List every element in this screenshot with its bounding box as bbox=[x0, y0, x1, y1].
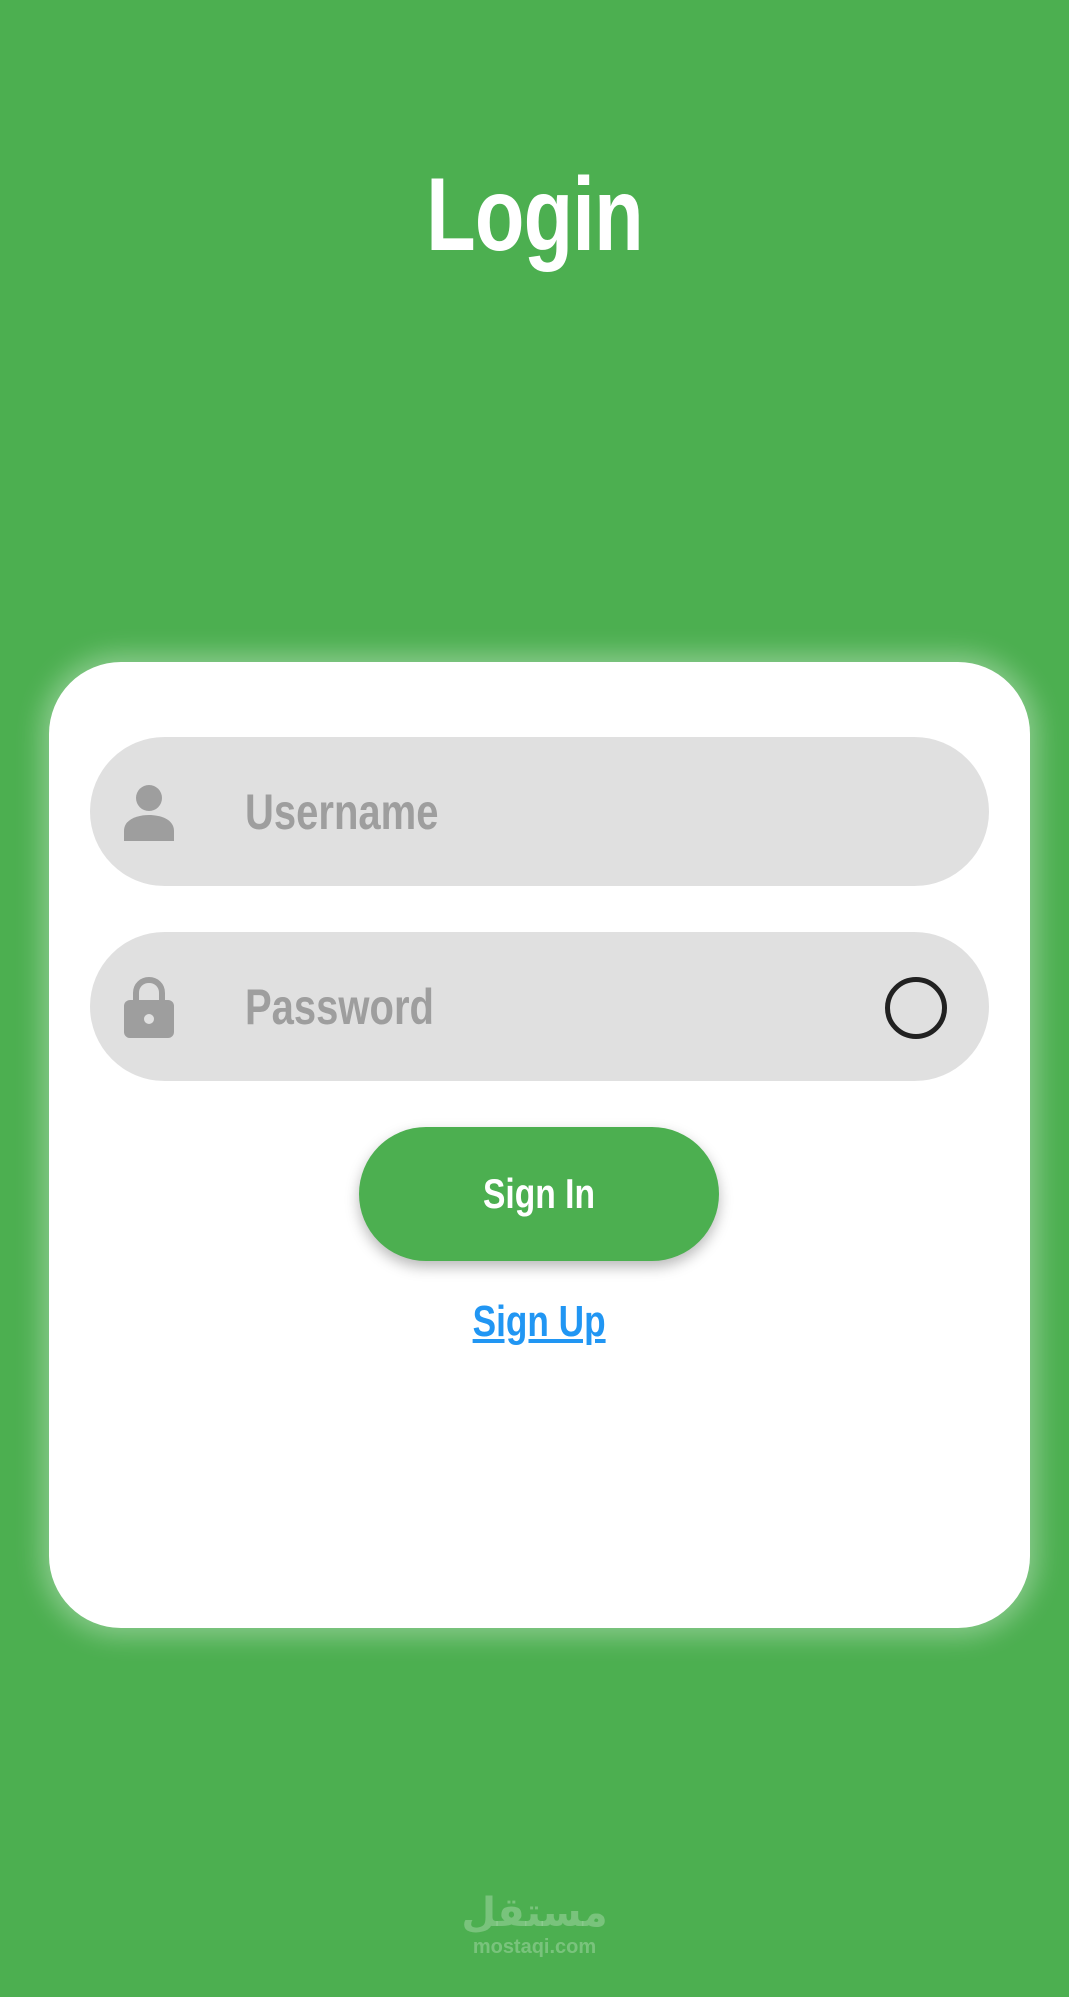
visibility-toggle-icon[interactable] bbox=[885, 977, 947, 1039]
watermark-arabic: مستقل bbox=[461, 1890, 608, 1936]
sign-in-label: Sign In bbox=[483, 1170, 595, 1217]
watermark-logo: مستقل mostaqi.com bbox=[0, 1890, 1069, 1958]
password-input[interactable] bbox=[245, 932, 741, 1081]
page-title: Login bbox=[426, 157, 644, 273]
watermark-latin: mostaqi.com bbox=[472, 1936, 597, 1958]
sign-in-button[interactable]: Sign In bbox=[359, 1127, 719, 1261]
username-field[interactable] bbox=[90, 737, 989, 886]
person-icon bbox=[124, 785, 174, 841]
sign-up-link[interactable]: Sign Up bbox=[473, 1292, 606, 1352]
login-card: Sign In Sign Up bbox=[49, 662, 1030, 1628]
username-input[interactable] bbox=[245, 737, 741, 886]
password-field[interactable] bbox=[90, 932, 989, 1081]
sign-up-row: Sign Up bbox=[49, 1292, 1030, 1352]
lock-icon bbox=[124, 976, 174, 1038]
